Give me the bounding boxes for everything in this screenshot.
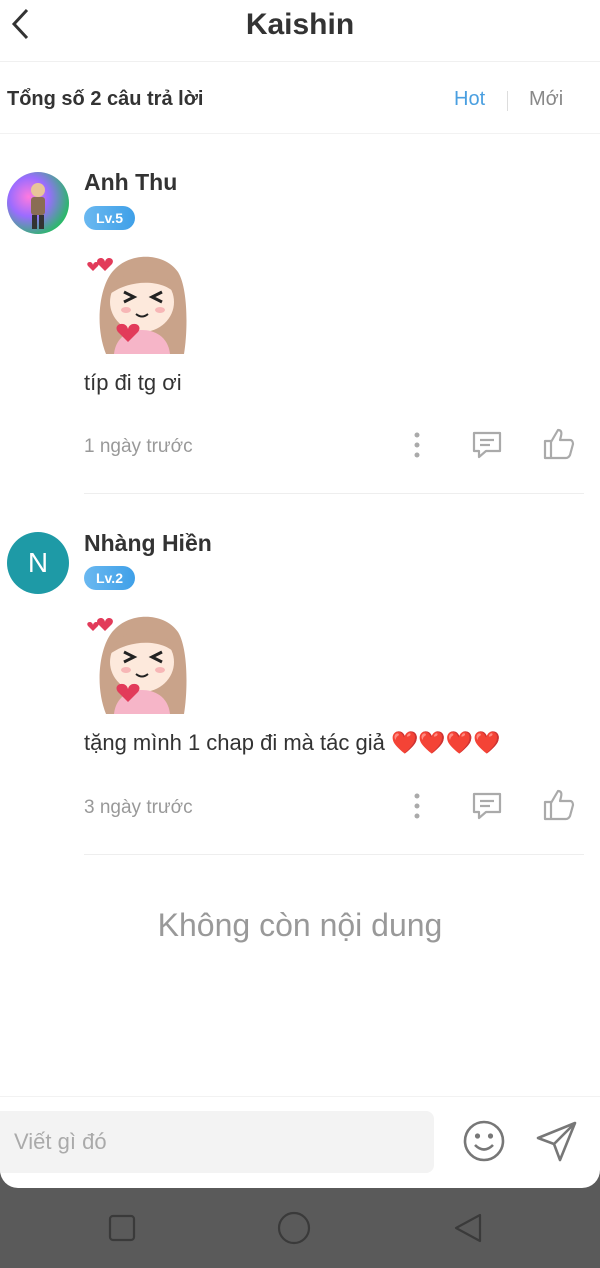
comment-input[interactable]	[0, 1111, 434, 1173]
comment-composer	[0, 1096, 600, 1188]
nav-square-icon	[108, 1214, 136, 1242]
nav-back-button[interactable]	[446, 1208, 490, 1248]
reply-count: Tổng số 2 câu trả lời	[7, 88, 204, 110]
avatar[interactable]	[7, 172, 69, 234]
comment-author-name[interactable]: Anh Thu	[84, 169, 177, 196]
sort-divider	[507, 91, 508, 111]
page-title: Kaishin	[245, 8, 355, 41]
nav-home-button[interactable]	[272, 1206, 316, 1250]
like-button[interactable]	[536, 424, 580, 464]
level-badge: Lv.5	[84, 206, 135, 230]
comment-author-name[interactable]: Nhàng Hiền	[84, 530, 212, 557]
nav-recents-button[interactable]	[100, 1208, 144, 1248]
avatar[interactable]: N	[7, 532, 69, 594]
reply-summary-bar: Tổng số 2 câu trả lời Hot Mới	[0, 62, 600, 134]
nav-triangle-icon	[454, 1213, 482, 1243]
reply-icon	[472, 431, 502, 459]
level-badge: Lv.2	[84, 566, 135, 590]
reply-icon	[472, 792, 502, 820]
header: Kaishin	[0, 0, 600, 62]
sticker-image	[87, 256, 187, 354]
comments-screen: Kaishin Tổng số 2 câu trả lời Hot Mới An…	[0, 0, 600, 1188]
like-icon	[543, 789, 575, 821]
emoji-icon	[463, 1120, 505, 1162]
send-button[interactable]	[532, 1117, 582, 1165]
sort-hot-tab[interactable]: Hot	[454, 88, 485, 111]
like-icon	[543, 428, 575, 460]
system-navigation-bar	[0, 1188, 600, 1268]
avatar-image	[7, 172, 69, 234]
comment-divider	[84, 493, 584, 494]
comment-text: tặng mình 1 chap đi mà tác giả ❤️❤️❤️❤️	[84, 730, 501, 755]
more-button[interactable]	[405, 428, 429, 462]
end-of-list-text: Không còn nội dung	[157, 907, 443, 943]
more-button[interactable]	[405, 789, 429, 823]
comment-time: 3 ngày trước	[84, 797, 193, 818]
more-vertical-icon	[414, 793, 420, 819]
comment-text: típ đi tg ơi	[84, 370, 182, 395]
sort-new-tab[interactable]: Mới	[529, 88, 563, 111]
more-vertical-icon	[414, 432, 420, 458]
emoji-button[interactable]	[460, 1117, 508, 1165]
comment-time: 1 ngày trước	[84, 436, 193, 457]
avatar-letter: N	[27, 547, 49, 578]
comment-divider	[84, 854, 584, 855]
nav-circle-icon	[277, 1211, 311, 1245]
reply-button[interactable]	[466, 787, 508, 825]
like-button[interactable]	[536, 785, 580, 825]
sticker-image	[87, 616, 187, 714]
reply-button[interactable]	[466, 426, 508, 464]
send-icon	[536, 1121, 577, 1162]
